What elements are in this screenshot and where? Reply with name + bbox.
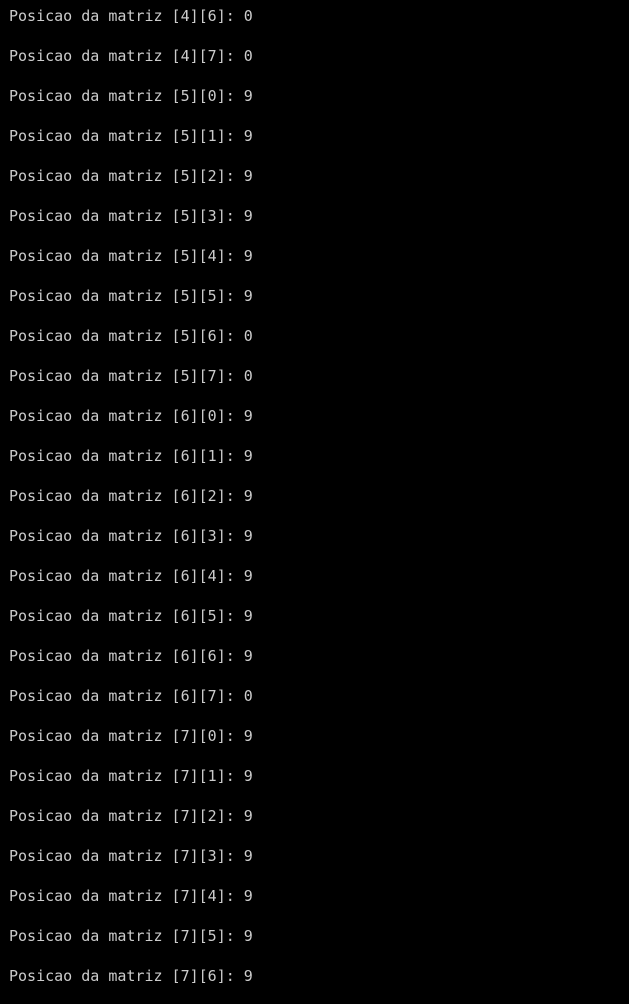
console-line: Posicao da matriz [4][6]: 0 bbox=[9, 7, 253, 25]
console-line: Posicao da matriz [6][5]: 9 bbox=[9, 607, 253, 625]
console-line: Posicao da matriz [7][4]: 9 bbox=[9, 887, 253, 905]
console-line: Posicao da matriz [6][2]: 9 bbox=[9, 487, 253, 505]
console-line: Posicao da matriz [5][4]: 9 bbox=[9, 247, 253, 265]
console-line: Posicao da matriz [7][0]: 9 bbox=[9, 727, 253, 745]
console-line: Posicao da matriz [6][6]: 9 bbox=[9, 647, 253, 665]
console-line: Posicao da matriz [5][2]: 9 bbox=[9, 167, 253, 185]
console-line: Posicao da matriz [5][5]: 9 bbox=[9, 287, 253, 305]
console-line: Posicao da matriz [7][5]: 9 bbox=[9, 927, 253, 945]
console-output[interactable]: Posicao da matriz [4][6]: 0 Posicao da m… bbox=[0, 0, 629, 1004]
console-line: Posicao da matriz [5][7]: 0 bbox=[9, 367, 253, 385]
console-line: Posicao da matriz [5][0]: 9 bbox=[9, 87, 253, 105]
console-line: Posicao da matriz [7][1]: 9 bbox=[9, 767, 253, 785]
console-line: Posicao da matriz [4][7]: 0 bbox=[9, 47, 253, 65]
console-line: Posicao da matriz [6][0]: 9 bbox=[9, 407, 253, 425]
console-line: Posicao da matriz [5][1]: 9 bbox=[9, 127, 253, 145]
console-line: Posicao da matriz [7][3]: 9 bbox=[9, 847, 253, 865]
console-line: Posicao da matriz [7][2]: 9 bbox=[9, 807, 253, 825]
console-line: Posicao da matriz [5][6]: 0 bbox=[9, 327, 253, 345]
console-line: Posicao da matriz [6][1]: 9 bbox=[9, 447, 253, 465]
console-line: Posicao da matriz [5][3]: 9 bbox=[9, 207, 253, 225]
console-line: Posicao da matriz [6][4]: 9 bbox=[9, 567, 253, 585]
console-line: Posicao da matriz [6][3]: 9 bbox=[9, 527, 253, 545]
console-line: Posicao da matriz [6][7]: 0 bbox=[9, 687, 253, 705]
console-line: Posicao da matriz [7][6]: 9 bbox=[9, 967, 253, 985]
